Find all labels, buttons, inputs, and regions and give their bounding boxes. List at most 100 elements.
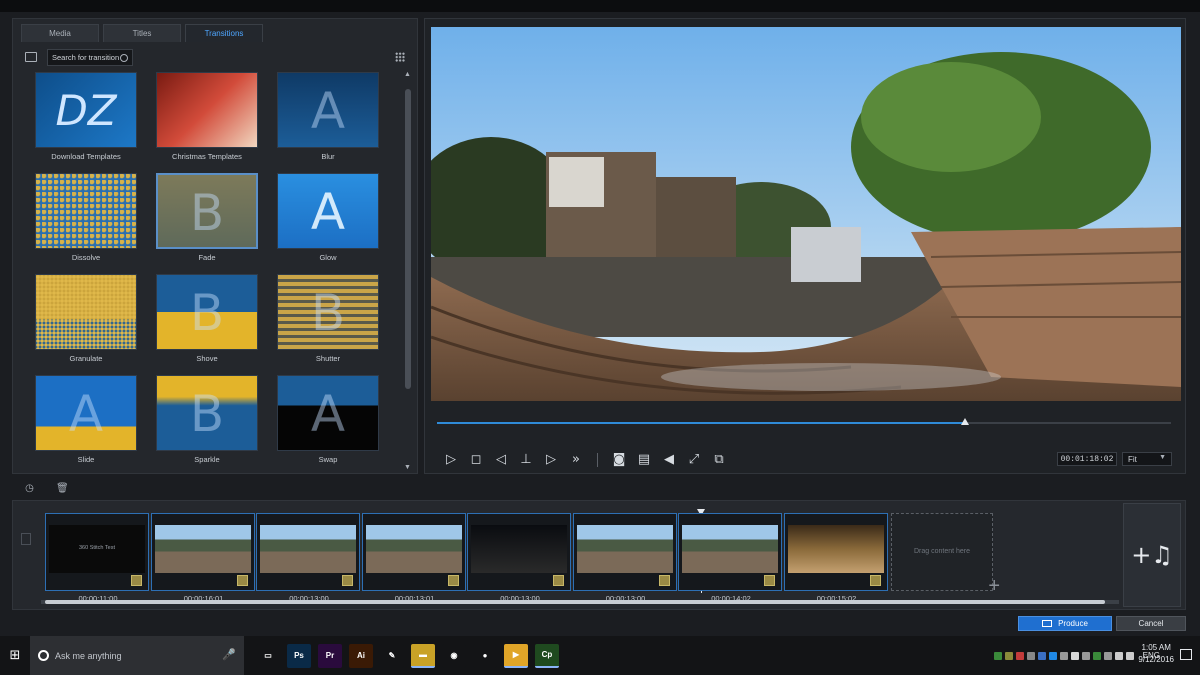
transition-xmas[interactable]: Christmas Templates xyxy=(156,72,258,161)
transition-sparkle[interactable]: B Sparkle xyxy=(156,375,258,464)
tray-app-icon[interactable] xyxy=(1037,651,1046,660)
transition-slide[interactable]: A Slide xyxy=(35,375,137,464)
scroll-down-icon[interactable]: ▼ xyxy=(404,464,411,471)
taskbar-powerdirector-icon[interactable]: ▶ xyxy=(504,643,528,668)
transition-dissolve[interactable]: Dissolve xyxy=(35,173,137,262)
transition-thumbnail[interactable]: B xyxy=(156,173,258,249)
tray-app-icon[interactable] xyxy=(1015,651,1024,660)
taskbar-task-view-icon[interactable]: ▭ xyxy=(256,643,280,668)
clip-transition-icon[interactable] xyxy=(658,575,670,586)
tab-titles[interactable]: Titles xyxy=(103,24,181,42)
timeline-clip[interactable]: 00:00:15:02 xyxy=(783,513,888,603)
clip-transition-icon[interactable] xyxy=(131,575,142,586)
cancel-button[interactable]: Cancel xyxy=(1116,616,1186,631)
timeline-clip[interactable]: 00:00:13:00 xyxy=(572,513,677,603)
dropbox-icon[interactable] xyxy=(1048,651,1057,660)
tray-app-icon[interactable] xyxy=(993,651,1002,660)
transition-swap[interactable]: A Swap xyxy=(277,375,379,464)
transition-glow[interactable]: A Glow xyxy=(277,173,379,262)
camera-icon[interactable]: ◙ xyxy=(611,452,627,468)
tray-app-icon[interactable] xyxy=(1103,651,1112,660)
notification-icon[interactable] xyxy=(1180,649,1192,660)
zoom-select[interactable]: Fit ▼ xyxy=(1122,452,1172,466)
taskbar-premiere-icon[interactable]: Pr xyxy=(318,643,342,668)
video-preview[interactable] xyxy=(431,27,1181,401)
tab-media[interactable]: Media xyxy=(21,24,99,42)
cortana-search[interactable]: Ask me anything 🎤 xyxy=(30,636,244,675)
clock-icon[interactable]: ◷ xyxy=(24,483,35,494)
storyboard-scrollbar-thumb[interactable] xyxy=(45,600,1105,604)
transition-thumbnail[interactable] xyxy=(35,274,137,350)
add-music-button[interactable]: +♫ xyxy=(1123,503,1181,607)
stop-icon[interactable]: ◻ xyxy=(468,452,484,468)
transition-shutter[interactable]: B Shutter xyxy=(277,274,379,363)
transition-thumbnail[interactable]: A xyxy=(35,375,137,451)
timeline-clip[interactable]: 00:00:13:00 xyxy=(467,513,571,603)
timeline-clip[interactable]: 00:00:16:01 xyxy=(150,513,255,603)
external-preview-icon[interactable]: ⧉ xyxy=(711,452,727,468)
clip-transition-icon[interactable] xyxy=(869,575,881,586)
subtitle-icon[interactable]: ▤ xyxy=(636,452,652,468)
playback-knob[interactable] xyxy=(961,418,970,425)
clip-transition-icon[interactable] xyxy=(236,575,248,586)
start-button[interactable]: ⊞ xyxy=(0,636,30,675)
storyboard-scrollbar[interactable] xyxy=(41,600,1119,604)
transition-fade[interactable]: B Fade xyxy=(156,173,258,262)
search-input[interactable]: Search for transition xyxy=(47,49,133,66)
clip-transition-icon[interactable] xyxy=(447,575,459,586)
network-icon[interactable] xyxy=(1114,651,1123,660)
trash-icon[interactable]: 🗑 xyxy=(56,483,69,494)
drop-zone[interactable]: Drag content here + xyxy=(891,513,1000,597)
transition-thumbnail[interactable]: DZ xyxy=(35,72,137,148)
timeline-clip[interactable]: 360 Stitch Test 00:00:11:00 xyxy=(45,513,149,603)
library-scrollbar[interactable]: ▲ ▼ xyxy=(404,71,411,471)
playback-slider[interactable] xyxy=(437,418,1171,425)
timeline-clip[interactable]: 00:00:14:02 xyxy=(678,513,782,603)
volume-icon[interactable]: ◀ xyxy=(661,452,677,468)
search-icon[interactable] xyxy=(120,54,128,62)
next-frame-icon[interactable]: ▷ xyxy=(543,452,559,468)
scrollbar-thumb[interactable] xyxy=(405,89,411,389)
transition-thumbnail[interactable] xyxy=(35,173,137,249)
produce-button[interactable]: Produce xyxy=(1018,616,1112,631)
taskbar-chrome-icon[interactable]: ◉ xyxy=(442,643,466,668)
snapshot-split-icon[interactable]: ⊥ xyxy=(518,452,534,468)
fast-forward-icon[interactable]: » xyxy=(568,452,584,468)
transition-thumbnail[interactable]: B xyxy=(277,274,379,350)
scroll-up-icon[interactable]: ▲ xyxy=(404,71,411,78)
taskbar-illustrator-icon[interactable]: Ai xyxy=(349,643,373,668)
tray-app-icon[interactable] xyxy=(1081,651,1090,660)
taskbar-file-explorer-icon[interactable]: ▬ xyxy=(411,643,435,668)
tray-app-icon[interactable] xyxy=(1059,651,1068,660)
tab-transitions[interactable]: Transitions xyxy=(185,24,263,42)
grid-view-icon[interactable] xyxy=(395,52,405,62)
clip-transition-icon[interactable] xyxy=(764,575,775,586)
transition-blur[interactable]: A Blur xyxy=(277,72,379,161)
import-folder-icon[interactable] xyxy=(25,52,37,62)
taskbar-inkscape-icon[interactable]: ✎ xyxy=(380,643,404,668)
taskbar-photoshop-icon[interactable]: Ps xyxy=(287,643,311,668)
transition-thumbnail[interactable]: B xyxy=(156,375,258,451)
transition-thumbnail[interactable]: B xyxy=(156,274,258,350)
transition-thumbnail[interactable]: A xyxy=(277,72,379,148)
transition-dz[interactable]: DZ Download Templates xyxy=(35,72,137,161)
transition-thumbnail[interactable] xyxy=(156,72,258,148)
system-clock[interactable]: 1:05 AM 9/12/2016 xyxy=(1138,642,1174,666)
timeline-clip[interactable]: 00:00:13:01 xyxy=(361,513,466,603)
tray-app-icon[interactable] xyxy=(1026,651,1035,660)
previous-frame-icon[interactable]: ◁ xyxy=(493,452,509,468)
timeline-clip[interactable]: 00:00:13:00 xyxy=(256,513,360,603)
play-icon[interactable]: ▷ xyxy=(443,452,459,468)
volume-tray-icon[interactable] xyxy=(1125,651,1134,660)
tray-app-icon[interactable] xyxy=(1004,651,1013,660)
tray-app-icon[interactable] xyxy=(1092,651,1101,660)
shield-icon[interactable] xyxy=(1070,651,1079,660)
transition-granulate[interactable]: Granulate xyxy=(35,274,137,363)
clip-transition-icon[interactable] xyxy=(342,575,353,586)
taskbar-captivate-icon[interactable]: Cp xyxy=(535,643,559,668)
transition-thumbnail[interactable]: A xyxy=(277,375,379,451)
transition-thumbnail[interactable]: A xyxy=(277,173,379,249)
fullscreen-icon[interactable]: ⤢ xyxy=(686,452,702,468)
microphone-icon[interactable]: 🎤 xyxy=(222,648,236,661)
clip-transition-icon[interactable] xyxy=(553,575,564,586)
